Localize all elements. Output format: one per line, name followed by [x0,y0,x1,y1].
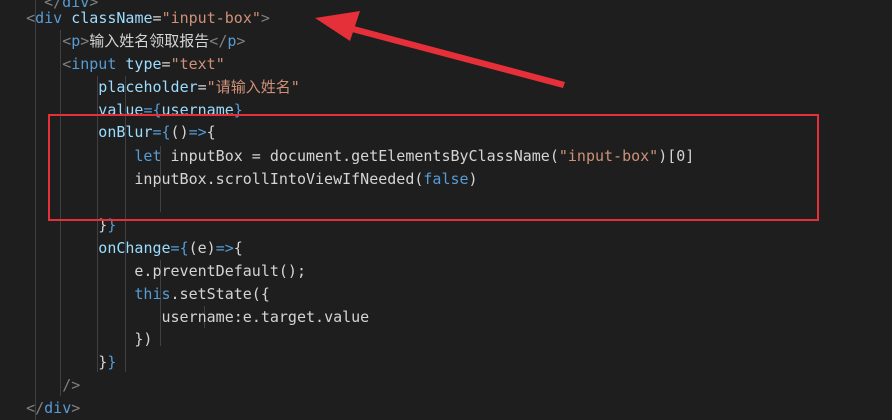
annotation-arrow [315,11,565,88]
code-editor[interactable]: </div> <div className="input-box"> <p>输入姓名… [0,0,892,420]
arrow-shaft [348,25,565,88]
arrow-head [315,11,360,41]
